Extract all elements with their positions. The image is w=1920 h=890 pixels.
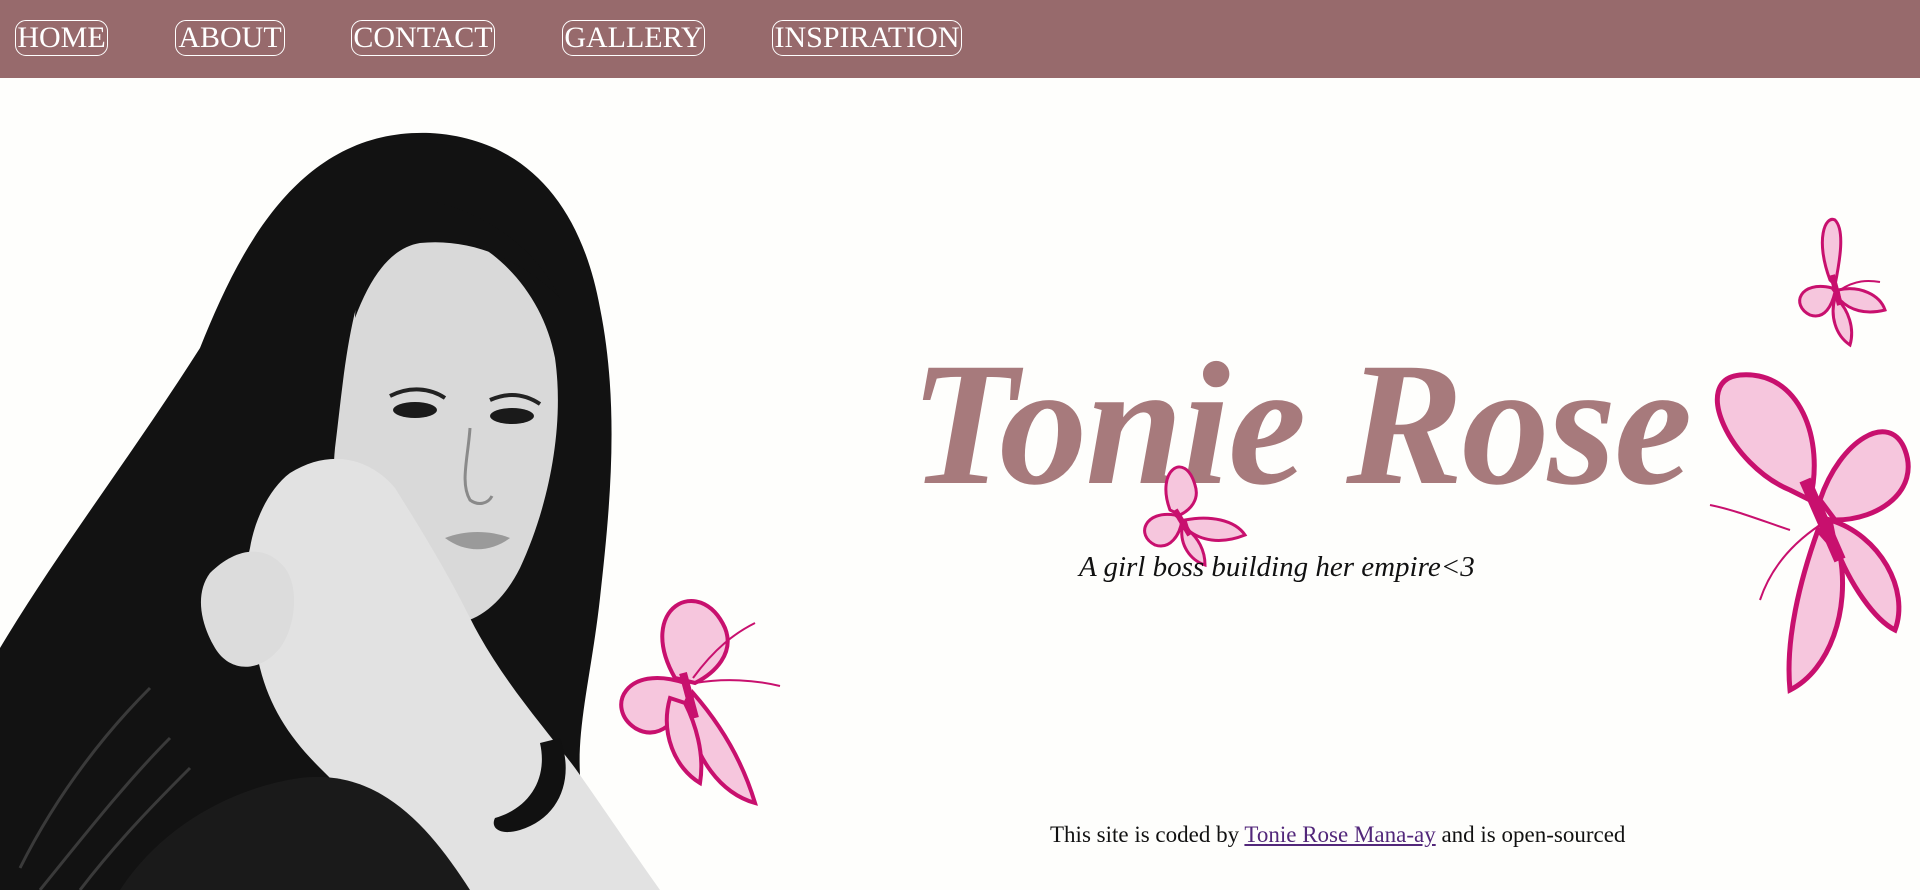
nav-inspiration-button[interactable]: INSPIRATION [772, 20, 962, 56]
footer-suffix: and is open-sourced [1435, 822, 1626, 847]
nav-about-button[interactable]: ABOUT [175, 20, 285, 56]
footer-credit: This site is coded by Tonie Rose Mana-ay… [1050, 818, 1625, 852]
hero-title: Tonie Rose [910, 327, 1692, 522]
butterfly-icon [619, 598, 781, 806]
nav-bar: HOME ABOUT CONTACT GALLERY INSPIRATION [0, 0, 1920, 78]
footer-prefix: This site is coded by [1050, 822, 1245, 847]
hero-tagline: A girl boss building her empire<3 [1079, 551, 1475, 583]
butterfly-icon [1798, 217, 1887, 348]
nav-contact-button[interactable]: CONTACT [351, 20, 495, 56]
butterfly-icon [1709, 372, 1911, 694]
nav-home-button[interactable]: HOME [15, 20, 108, 56]
author-link[interactable]: Tonie Rose Mana-ay [1244, 822, 1435, 847]
nav-gallery-button[interactable]: GALLERY [562, 20, 705, 56]
portrait-photo [0, 132, 661, 890]
